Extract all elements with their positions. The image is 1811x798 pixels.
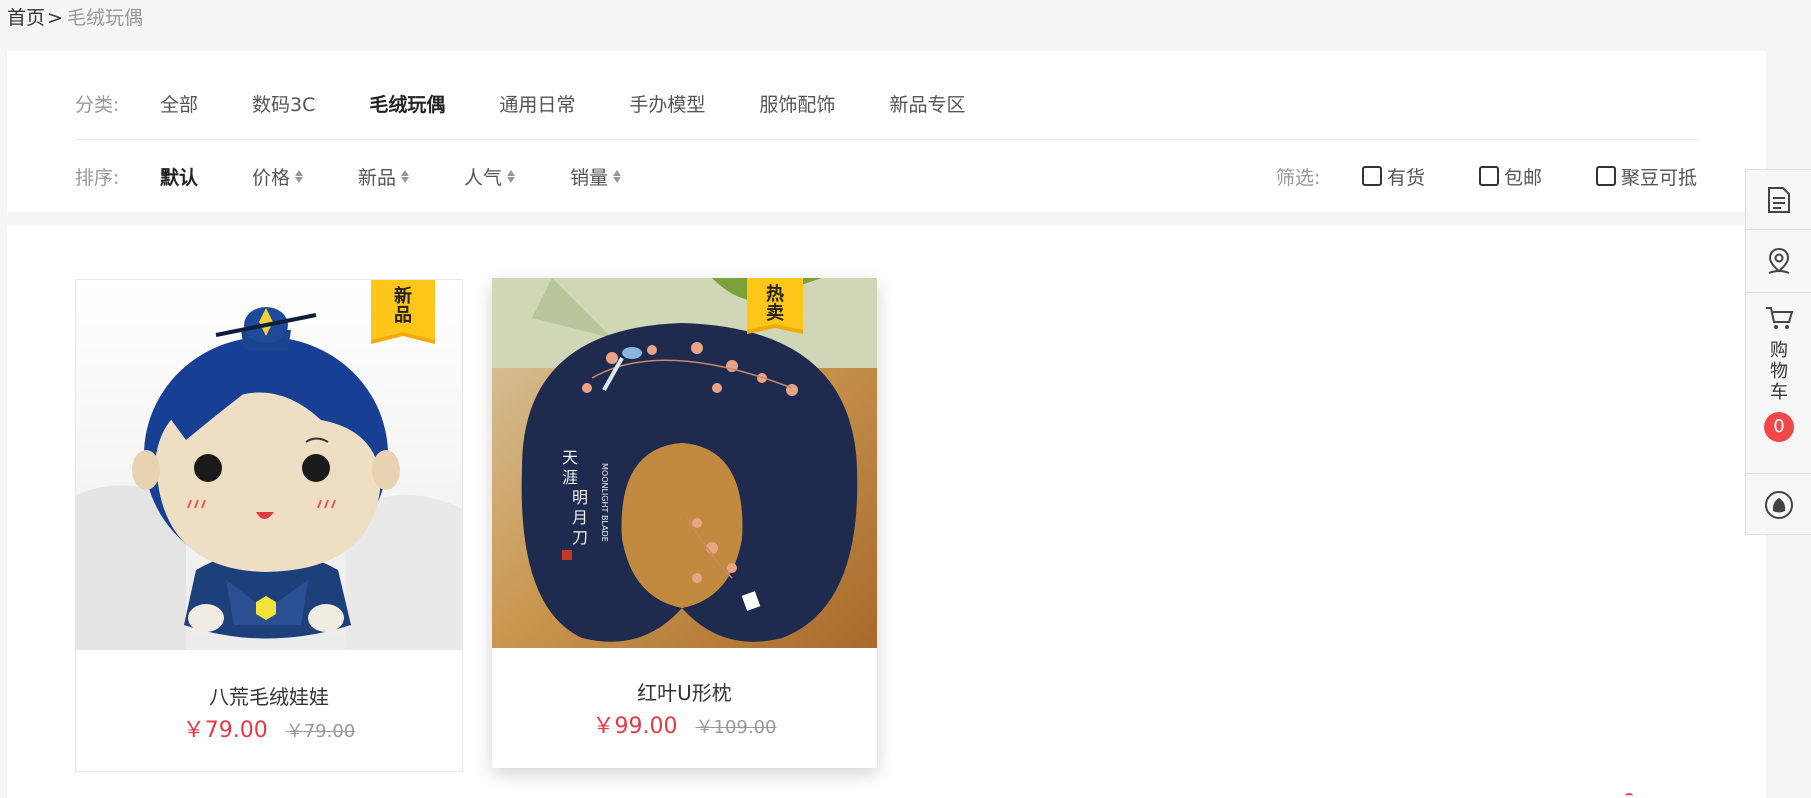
sort-arrows-icon [612,167,622,185]
sort-arrows-icon [506,167,516,185]
free-shipping-checkbox[interactable] [1478,166,1499,186]
product-price: ￥79.00 [182,718,268,743]
free-shipping-label: 包邮 [1503,166,1542,189]
tag-text: 热卖 [747,285,803,323]
cart-icon [1766,307,1794,329]
sidebar-divider [1746,292,1811,293]
product-name[interactable]: 红叶U形枕 [492,677,877,706]
in-stock-checkbox[interactable] [1361,166,1382,186]
svg-text:MOONLIGHT BLADE: MOONLIGHT BLADE [600,463,609,542]
points-deductible-label: 聚豆可抵 [1620,166,1697,189]
sort-new[interactable]: 新品 [358,163,410,190]
new-tag-badge: 新品 [371,280,435,344]
sort-label: 排序: [75,166,120,189]
cart-label-text: 购物车 [1770,340,1788,403]
qq-service-button[interactable] [1746,474,1811,536]
sort-arrows-icon [400,167,410,185]
product-list: 新品 八荒毛绒娃娃 ￥79.00 ￥79.00 天 涯 明 月 刀 MOONLI… [7,225,1766,798]
category-plush-toys[interactable]: 毛绒玩偶 [369,90,445,117]
product-original-price: ￥79.00 [285,721,356,742]
cart-count-badge: 0 [1764,412,1794,442]
points-deductible-checkbox[interactable] [1595,166,1616,186]
address-button[interactable] [1746,230,1811,292]
orders-button[interactable] [1746,170,1811,229]
filter-in-stock[interactable]: 有货 [1361,163,1425,190]
product-price: ￥99.00 [592,714,678,739]
qq-icon [1765,491,1793,519]
svg-text:刀: 刀 [572,528,588,547]
tag-label: 热卖 [766,284,784,324]
category-daily[interactable]: 通用日常 [499,90,575,117]
category-new-arrivals[interactable]: 新品专区 [889,90,965,117]
tag-label: 新品 [394,286,412,326]
category-figures[interactable]: 手办模型 [629,90,705,117]
breadcrumb-home-link[interactable]: 首页 [7,7,45,29]
svg-text:涯: 涯 [562,468,578,487]
product-card[interactable]: 新品 八荒毛绒娃娃 ￥79.00 ￥79.00 [75,279,463,772]
filter-free-shipping[interactable]: 包邮 [1478,163,1542,190]
sort-arrows-icon [294,167,304,185]
sort-popularity[interactable]: 人气 [464,163,516,190]
filter-points-deductible[interactable]: 聚豆可抵 [1595,163,1697,190]
product-prices: ￥79.00 ￥79.00 [76,712,462,744]
sort-popularity-label: 人气 [464,166,503,189]
divider [75,139,1697,140]
hot-tag-badge: 热卖 [747,278,811,342]
product-card[interactable]: 天涯明月刀 MOONLIGHT BLADE 热卖 红叶U形枕 ￥99.00 ￥10… [492,278,877,768]
sort-price[interactable]: 价格 [252,163,304,190]
breadcrumb-separator: > [47,7,63,29]
sort-sales[interactable]: 销量 [570,163,622,190]
breadcrumb: 首页 > 毛绒玩偶 [7,5,143,31]
in-stock-label: 有货 [1386,166,1425,189]
cart-label: 购物车 [1769,340,1789,403]
category-apparel[interactable]: 服饰配饰 [759,90,835,117]
filter-panel: 分类: 全部 数码3C 毛绒玩偶 通用日常 手办模型 服饰配饰 新品专区 排序:… [7,51,1766,212]
breadcrumb-current: 毛绒玩偶 [66,7,143,29]
tag-text: 新品 [371,287,435,325]
category-label: 分类: [75,93,120,116]
svg-text:天: 天 [562,448,578,467]
svg-text:月: 月 [572,508,588,527]
product-original-price: ￥109.00 [695,717,777,738]
filter-label: 筛选: [1275,166,1321,189]
filter-group: 筛选: 有货 包邮 聚豆可抵 [1276,163,1697,190]
sort-price-label: 价格 [252,166,291,189]
floating-sidebar: 购物车 0 [1745,169,1811,535]
category-row: 分类: 全部 数码3C 毛绒玩偶 通用日常 手办模型 服饰配饰 新品专区 [75,87,1697,119]
product-image[interactable]: 天涯明月刀 MOONLIGHT BLADE [492,278,877,648]
product-name[interactable]: 八荒毛绒娃娃 [76,681,462,710]
sort-new-label: 新品 [358,166,397,189]
document-icon [1768,186,1790,213]
sort-row: 排序: 默认 价格 新品 人气 销量 筛选: 有货 包邮 聚豆可抵 [75,160,1697,192]
location-pin-icon [1768,247,1790,274]
category-all[interactable]: 全部 [160,90,198,117]
svg-text:明: 明 [572,488,588,507]
sort-default[interactable]: 默认 [160,163,198,190]
category-digital-3c[interactable]: 数码3C [252,90,315,117]
product-prices: ￥99.00 ￥109.00 [492,708,877,740]
cart-button[interactable]: 购物车 0 [1746,304,1811,480]
sort-default-label: 默认 [160,166,199,189]
sort-sales-label: 销量 [570,166,609,189]
decorative-mark [1625,793,1633,798]
